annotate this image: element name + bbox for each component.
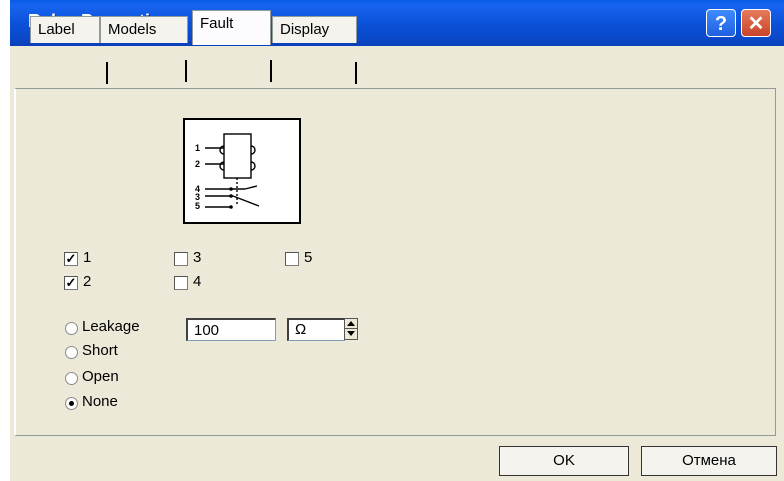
tab-display[interactable]: Display: [272, 16, 357, 43]
close-button[interactable]: ✕: [741, 9, 771, 37]
tab-separator: [355, 62, 357, 84]
leakage-unit: Ω: [295, 321, 307, 338]
leakage-label: Leakage: [82, 318, 140, 335]
unit-spinner[interactable]: [344, 318, 358, 340]
pin-1-checkbox[interactable]: ✓: [64, 252, 78, 266]
tab-label-text: Label: [38, 21, 75, 38]
pin-2-label: 2: [83, 273, 92, 290]
open-radio[interactable]: [65, 372, 78, 385]
tab-models[interactable]: Models: [100, 16, 188, 43]
desktop-edge: [0, 0, 10, 481]
pin-4-label: 4: [193, 273, 202, 290]
tab-fault-text: Fault: [200, 15, 234, 32]
tab-separator: [270, 60, 272, 82]
ok-button[interactable]: OK: [499, 446, 629, 476]
none-radio[interactable]: [65, 397, 78, 410]
pin-1-label: 1: [83, 249, 92, 266]
tab-separator: [185, 60, 187, 82]
tab-label[interactable]: Label: [30, 16, 100, 43]
pin-2-checkbox[interactable]: ✓: [64, 276, 78, 290]
spin-divider: [345, 328, 357, 329]
diagram-pin-label: 2: [195, 159, 200, 169]
pin-3-checkbox[interactable]: [174, 252, 188, 266]
cancel-button[interactable]: Отмена: [641, 446, 777, 476]
help-button[interactable]: ?: [706, 9, 736, 37]
check-icon: ✓: [65, 251, 77, 266]
relay-diagram: 1 2 4 3 5: [183, 118, 301, 224]
short-label: Short: [82, 342, 118, 359]
pin-5-label: 5: [304, 249, 313, 266]
tab-display-text: Display: [280, 21, 330, 38]
tab-fault[interactable]: Fault: [192, 10, 271, 45]
spin-up-icon[interactable]: [347, 321, 355, 326]
short-radio[interactable]: [65, 346, 78, 359]
tab-models-text: Models: [108, 21, 157, 38]
relay-symbol-icon: 1 2 4 3 5: [195, 133, 260, 211]
open-label: Open: [82, 368, 119, 385]
tab-separator: [106, 62, 108, 84]
leakage-value-input[interactable]: [186, 318, 276, 341]
diagram-pin-label: 1: [195, 143, 200, 153]
leakage-unit-field[interactable]: Ω: [287, 318, 345, 341]
pin-4-checkbox[interactable]: [174, 276, 188, 290]
diagram-pin-label: 5: [195, 201, 200, 211]
none-label: None: [82, 393, 118, 410]
pin-5-checkbox[interactable]: [285, 252, 299, 266]
leakage-radio[interactable]: [65, 322, 78, 335]
pin-3-label: 3: [193, 249, 202, 266]
fault-tab-panel: [14, 88, 776, 436]
spin-down-icon[interactable]: [347, 331, 355, 336]
check-icon: ✓: [65, 275, 77, 290]
